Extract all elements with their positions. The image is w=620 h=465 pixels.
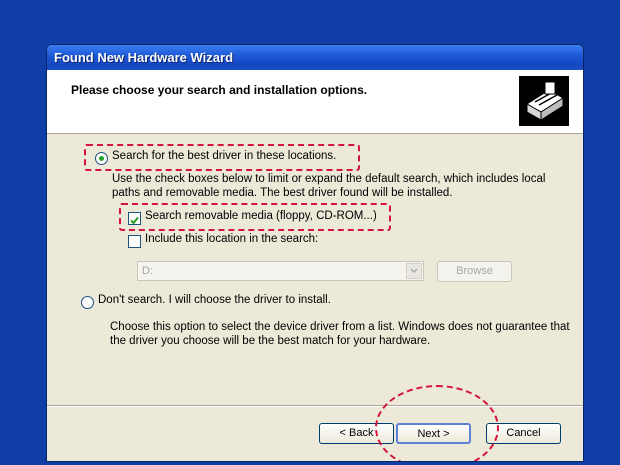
- dont-search-description: Choose this option to select the device …: [110, 321, 570, 347]
- search-description: Use the check boxes below to limit or ex…: [112, 173, 546, 199]
- location-value: D:: [142, 265, 153, 277]
- dont-search-label[interactable]: Don't search. I will choose the driver t…: [98, 294, 331, 306]
- location-combobox[interactable]: D:: [137, 261, 424, 281]
- include-location-checkbox[interactable]: [128, 235, 141, 248]
- wizard-header: Please choose your search and installati…: [47, 70, 583, 134]
- wizard-window: Found New Hardware Wizard Please choose …: [46, 44, 584, 462]
- annotation-box: [84, 144, 360, 171]
- include-location-label[interactable]: Include this location in the search:: [145, 233, 318, 245]
- hardware-icon: [519, 76, 569, 126]
- header-title: Please choose your search and installati…: [71, 83, 368, 97]
- annotation-box: [119, 203, 391, 231]
- browse-button[interactable]: Browse: [437, 261, 512, 282]
- separator: [47, 405, 583, 407]
- dont-search-radio[interactable]: [81, 296, 94, 309]
- wizard-content: Search for the best driver in these loca…: [47, 134, 583, 414]
- title-bar: Found New Hardware Wizard: [47, 45, 583, 70]
- dropdown-arrow-icon[interactable]: [406, 263, 422, 279]
- annotation-ellipse: [375, 385, 499, 461]
